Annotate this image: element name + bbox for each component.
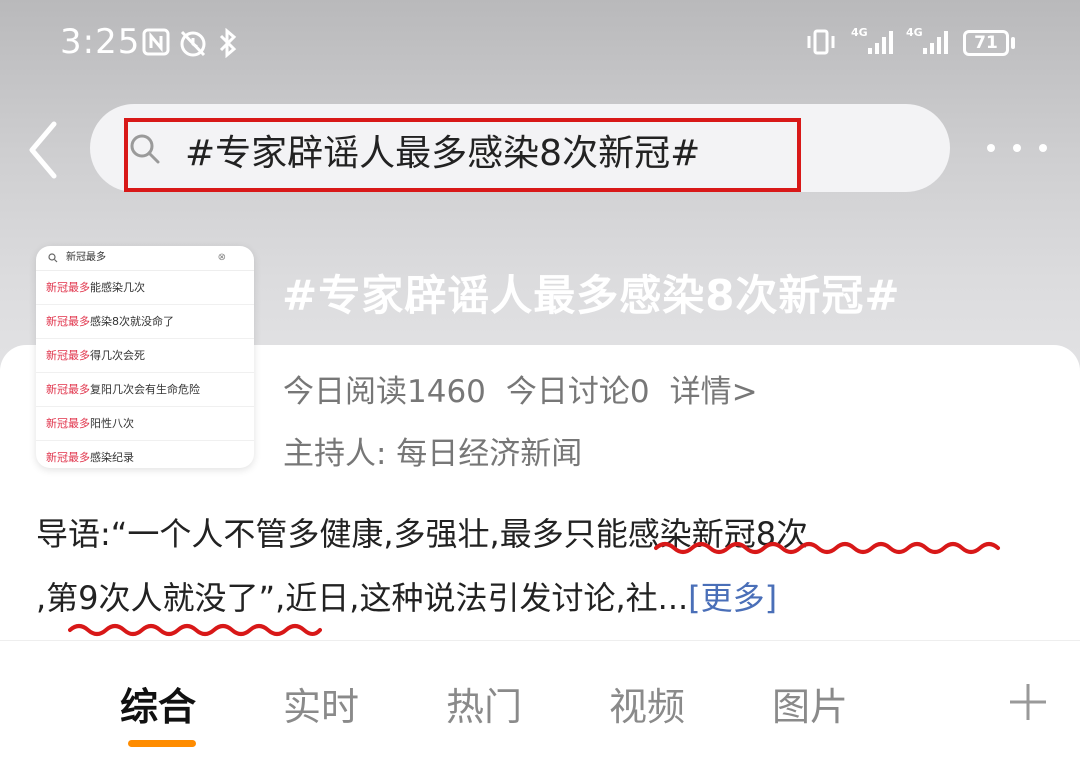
thumbnail-search-bar: 新冠最多 ⊗: [36, 246, 254, 271]
details-link[interactable]: 详情>: [670, 374, 758, 410]
topic-thumbnail: 新冠最多 ⊗ 新冠最多能感染几次 新冠最多感染8次就没命了 新冠最多得几次会死 …: [36, 246, 254, 468]
divider: [0, 640, 1080, 641]
annotation-wavy-underline-2: [68, 624, 322, 636]
nfc-icon: [142, 28, 170, 56]
alarm-off-icon: [180, 30, 206, 57]
status-time: 3:25: [60, 22, 141, 62]
thumbnail-suggestion-row: 新冠最多阳性八次: [36, 407, 254, 441]
battery-icon: 71: [963, 30, 1009, 56]
tab-images[interactable]: 图片: [772, 676, 848, 731]
thumbnail-search-text: 新冠最多: [66, 252, 106, 263]
annotation-wavy-underline-1: [654, 542, 1000, 554]
topic-title: #专家辟谣人最多感染8次新冠#: [282, 271, 901, 320]
intro-line-1: 导语:“一个人不管多健康,多强壮,最多只能感染新冠8次: [36, 515, 809, 553]
topic-intro: 导语:“一个人不管多健康,多强壮,最多只能感染新冠8次 ,第9次人就没了”,近日…: [36, 502, 1046, 630]
more-options-button[interactable]: [985, 140, 1049, 156]
dot-icon: [1039, 144, 1047, 152]
add-tab-plus-icon[interactable]: [1008, 682, 1048, 722]
thumbnail-suggestion-row: 新冠最多复阳几次会有生命危险: [36, 373, 254, 407]
active-tab-indicator: [128, 740, 196, 747]
signal-icon-2: [923, 31, 948, 54]
back-arrow-icon[interactable]: [20, 118, 70, 182]
thumbnail-suggestion-row: 新冠最多感染纪录: [36, 441, 254, 468]
battery-tip: [1011, 37, 1015, 49]
read-count: 今日阅读1460: [283, 374, 486, 410]
vibrate-icon: [807, 29, 835, 55]
search-icon: [48, 253, 58, 263]
tab-hot[interactable]: 热门: [446, 676, 522, 731]
bluetooth-icon: [219, 28, 237, 58]
tab-video[interactable]: 视频: [609, 676, 685, 731]
underlined-phrase-2: 第9次人就没了: [46, 579, 259, 617]
more-link[interactable]: [更多]: [688, 579, 777, 617]
thumbnail-suggestion-row: 新冠最多感染8次就没命了: [36, 305, 254, 339]
dot-icon: [987, 144, 995, 152]
intro-line-2: ,第9次人就没了”,近日,这种说法引发讨论,社...[更多]: [36, 579, 778, 617]
tab-realtime[interactable]: 实时: [283, 676, 359, 731]
topic-stats: 今日阅读1460 今日讨论0 详情>: [283, 366, 778, 411]
close-icon: ⊗: [217, 252, 226, 263]
dot-icon: [1013, 144, 1021, 152]
thumbnail-suggestion-row: 新冠最多能感染几次: [36, 271, 254, 305]
annotation-red-box: [124, 118, 801, 192]
tab-comprehensive[interactable]: 综合: [120, 676, 196, 731]
signal-icon-1: [868, 31, 893, 54]
topic-host: 主持人: 每日经济新闻: [283, 436, 583, 472]
discussion-count: 今日讨论0: [505, 374, 650, 410]
thumbnail-suggestion-row: 新冠最多得几次会死: [36, 339, 254, 373]
